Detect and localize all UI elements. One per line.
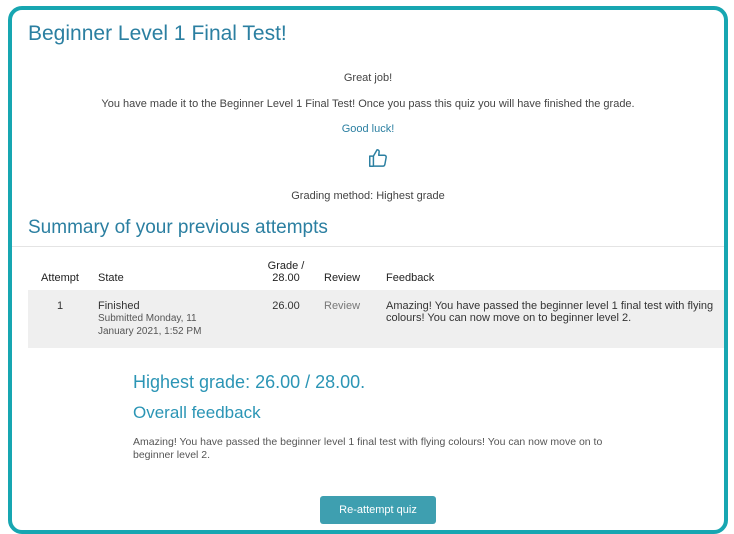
attempt-state: Finished (98, 300, 140, 312)
attempt-number: 1 (56, 300, 64, 312)
submitted-line1: Submitted Monday, 11 (98, 313, 197, 324)
divider (12, 246, 724, 247)
attempt-grade: 26.00 (272, 300, 300, 312)
great-job-text: Great job! (343, 72, 393, 84)
overall-feedback-title: Overall feedback (133, 403, 261, 422)
page-title: Beginner Level 1 Final Test! (28, 22, 287, 45)
attempts-table: Attempt State Grade / 28.00 Review Feedb… (28, 254, 724, 348)
review-cell: Review (318, 290, 380, 348)
col-review: Review (324, 272, 361, 284)
grading-method: Grading method: Highest grade (291, 190, 445, 202)
thumbs-up-icon (369, 149, 387, 167)
submitted-line2: January 2021, 1:52 PM (98, 326, 202, 337)
table-header-row: Attempt State Grade / 28.00 Review Feedb… (28, 254, 724, 290)
reattempt-quiz-button[interactable]: Re-attempt quiz (320, 496, 436, 524)
review-link[interactable]: Review (324, 300, 360, 312)
col-grade: Grade / 28.00 (254, 254, 318, 290)
col-grade-line2: 28.00 (272, 272, 300, 284)
summary-title: Summary of your previous attempts (28, 217, 328, 238)
good-luck-text: Good luck! (341, 123, 395, 135)
attempt-feedback: Amazing! You have passed the beginner le… (386, 300, 714, 324)
quiz-frame: Beginner Level 1 Final Test! Great job! … (8, 6, 728, 534)
col-feedback: Feedback (386, 272, 435, 284)
table-row: 1 Finished Submitted Monday, 11 January … (28, 290, 724, 348)
col-attempt: Attempt (41, 272, 79, 284)
highest-grade: Highest grade: 26.00 / 28.00. (133, 372, 366, 392)
col-grade-line1: Grade / (267, 260, 305, 272)
attempt-state-cell: Finished Submitted Monday, 11 January 20… (92, 290, 254, 348)
overall-feedback-text: Amazing! You have passed the beginner le… (133, 436, 603, 461)
intro-message: You have made it to the Beginner Level 1… (101, 98, 635, 110)
col-state: State (98, 272, 124, 284)
